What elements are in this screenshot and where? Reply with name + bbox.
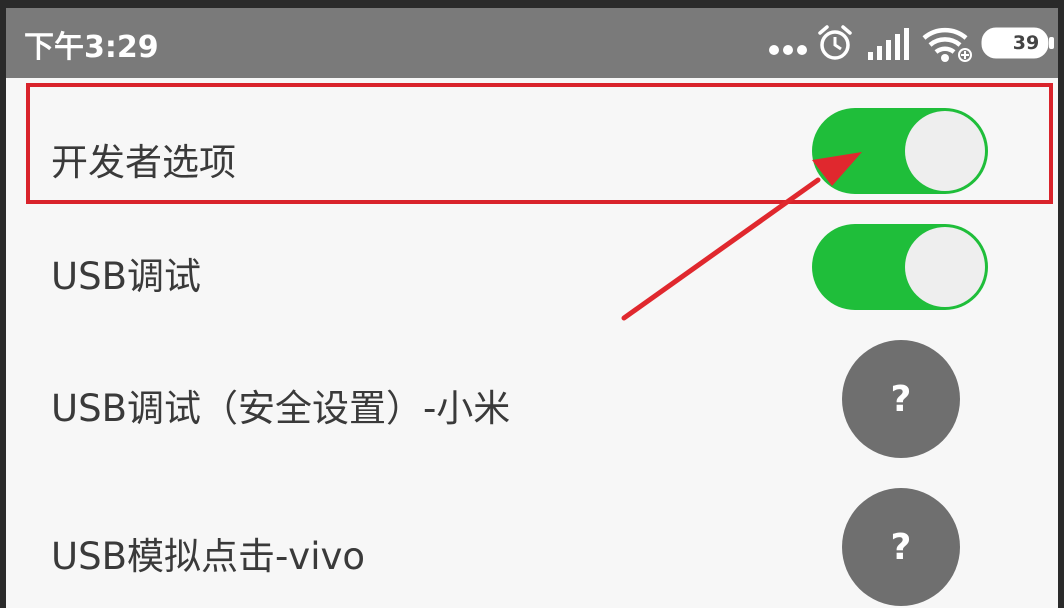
- alarm-icon: [818, 25, 852, 60]
- signal-icon: [868, 28, 909, 60]
- battery-level-text: 39: [1012, 32, 1040, 54]
- more-dots-icon: [769, 45, 807, 55]
- status-bar: 下午3:29 39: [6, 8, 1058, 78]
- annotation-arrow: [621, 152, 862, 321]
- status-time: 下午3:29: [24, 30, 159, 65]
- wifi-icon: [922, 27, 972, 62]
- settings-list: 开发者选项 USB调试 USB调试（安全设置）-小米 ? USB模拟点击-viv…: [6, 78, 1058, 608]
